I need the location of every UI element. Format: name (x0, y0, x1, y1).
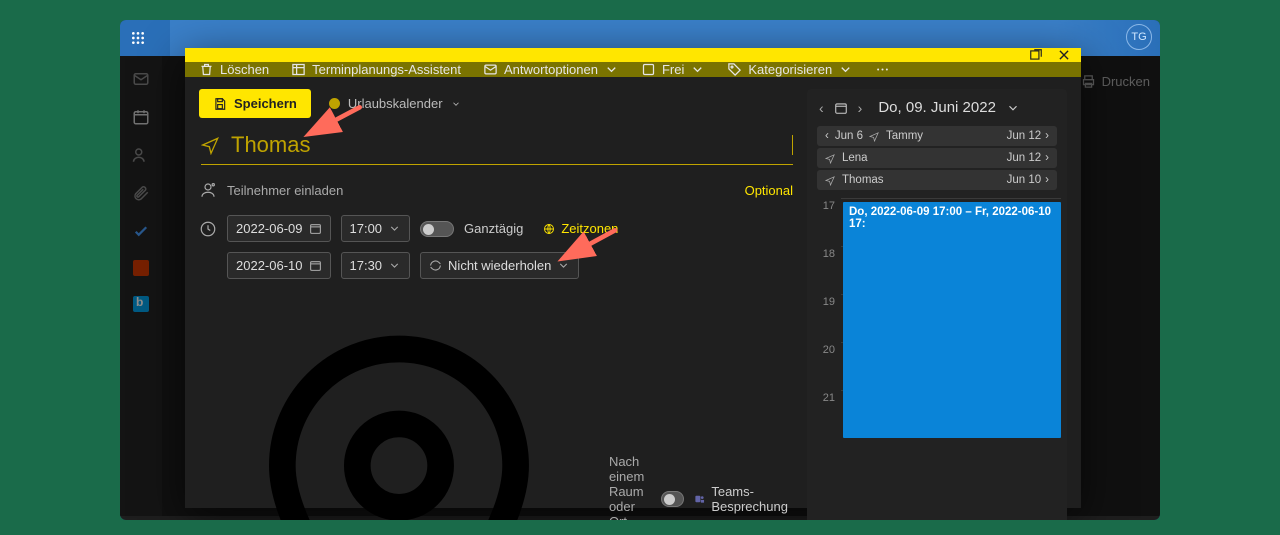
teams-meeting-label: Teams-Besprechung (694, 484, 793, 514)
avatar[interactable]: TG (1126, 24, 1152, 50)
categorize-button[interactable]: Kategorisieren (727, 62, 853, 77)
busy-status-button[interactable]: Frei (641, 62, 705, 77)
location-icon (199, 299, 599, 520)
event-editor-modal: Löschen Terminplanungs-Assistent Antwort… (185, 48, 1081, 508)
plane-icon (201, 135, 221, 155)
allday-event-bar[interactable]: ‹Jun 6TammyJun 12› (817, 126, 1057, 146)
event-block[interactable]: Do, 2022-06-09 17:00 – Fr, 2022-06-10 17… (843, 202, 1061, 438)
timezones-link[interactable]: Zeitzonen (543, 221, 618, 236)
people-icon (199, 181, 217, 199)
preview-date: Do, 09. Juni 2022 (878, 99, 996, 116)
event-title-input[interactable] (231, 132, 780, 158)
end-date-input[interactable]: 2022-06-10 (227, 252, 331, 279)
calendar-selector[interactable]: Urlaubskalender (329, 96, 461, 111)
hour-label: 20 (813, 342, 841, 390)
allday-event-bar[interactable]: LenaJun 12› (817, 148, 1057, 168)
hour-label: 21 (813, 390, 841, 438)
waffle-icon[interactable] (120, 20, 156, 56)
allday-label: Ganztägig (464, 221, 523, 236)
hour-label: 18 (813, 246, 841, 294)
delete-button[interactable]: Löschen (199, 62, 269, 77)
clock-icon (199, 220, 217, 238)
allday-toggle[interactable] (420, 221, 454, 237)
teams-toggle[interactable] (661, 491, 685, 507)
allday-event-bar[interactable]: ThomasJun 10› (817, 170, 1057, 190)
hour-label: 19 (813, 294, 841, 342)
calendar-color-dot (329, 98, 340, 109)
popout-icon[interactable] (1029, 48, 1043, 62)
save-button[interactable]: Speichern (199, 89, 311, 118)
calendar-preview-pane: ‹ › Do, 09. Juni 2022 ‹Jun 6TammyJun 12›… (807, 89, 1067, 520)
more-icon[interactable] (875, 62, 890, 77)
multi-day-icon[interactable] (834, 101, 848, 115)
invite-attendees-input[interactable]: Teilnehmer einladen (227, 183, 735, 198)
response-options-button[interactable]: Antwortoptionen (483, 62, 619, 77)
start-time-input[interactable]: 17:00 (341, 215, 411, 242)
prev-day-button[interactable]: ‹ (819, 100, 824, 116)
start-date-input[interactable]: 2022-06-09 (227, 215, 331, 242)
hour-label: 17 (813, 198, 841, 246)
end-time-input[interactable]: 17:30 (341, 252, 411, 279)
close-icon[interactable] (1057, 48, 1071, 62)
repeat-selector[interactable]: Nicht wiederholen (420, 252, 579, 279)
location-input[interactable]: Nach einem Raum oder Ort suchen (609, 454, 651, 520)
optional-attendees-link[interactable]: Optional (745, 183, 793, 198)
scheduling-assistant-button[interactable]: Terminplanungs-Assistent (291, 62, 461, 77)
next-day-button[interactable]: › (858, 100, 863, 116)
